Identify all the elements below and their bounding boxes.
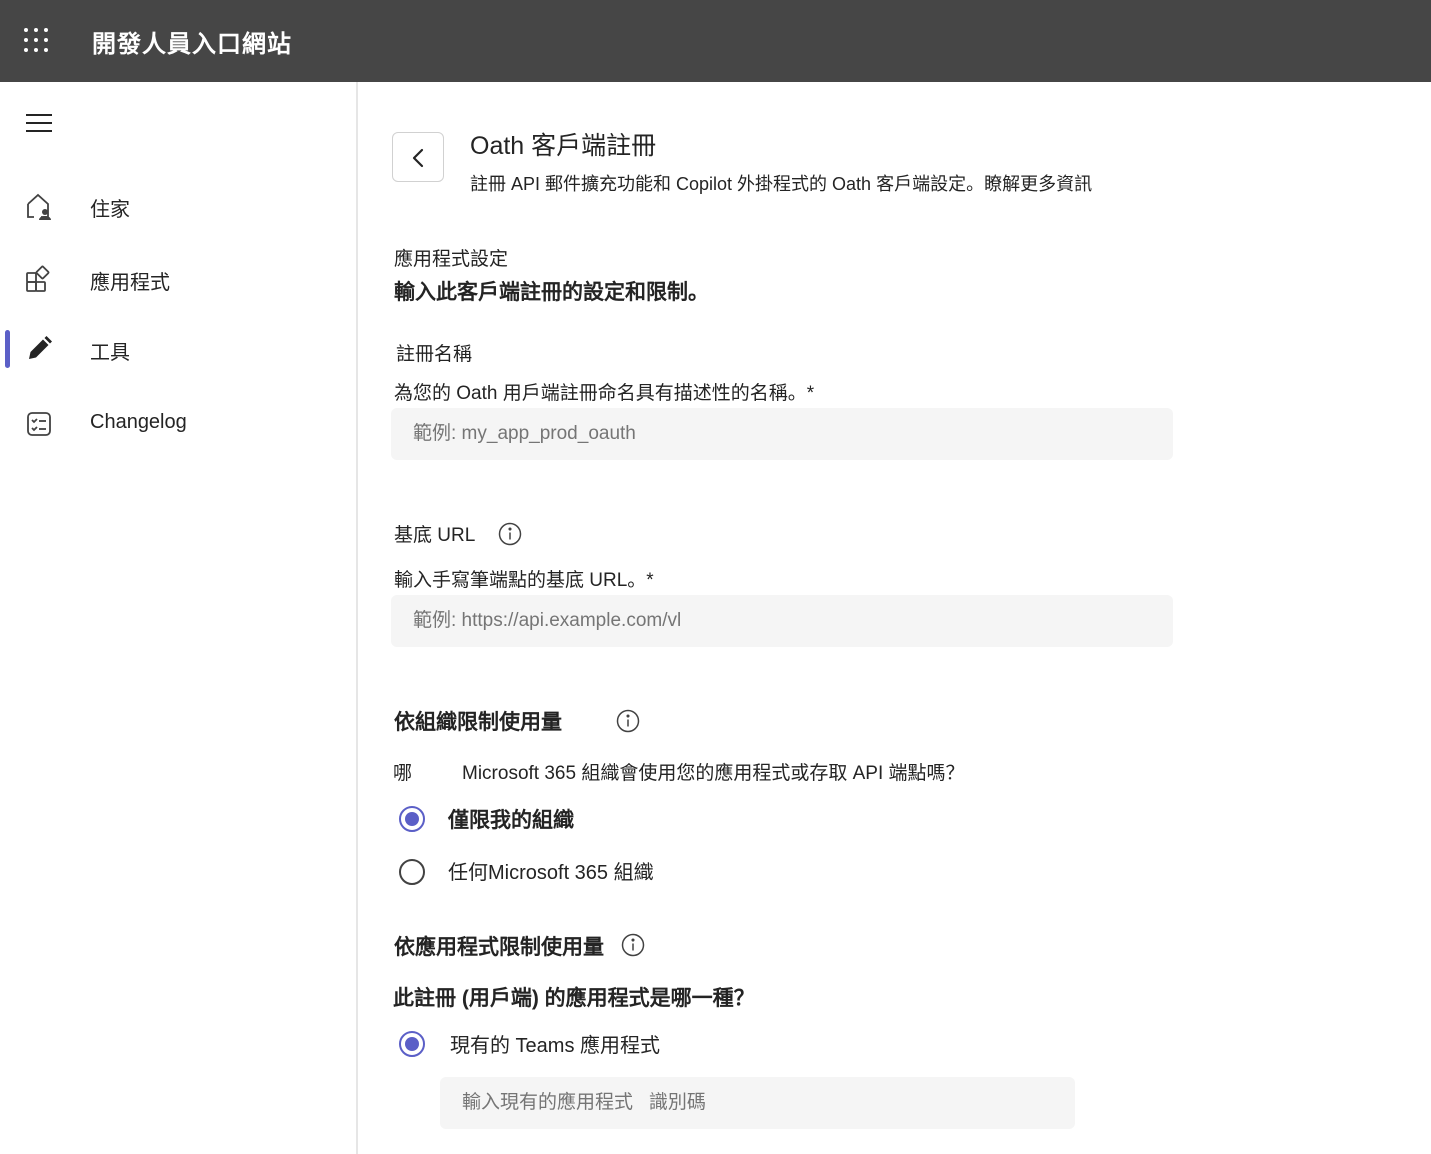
org-question: Microsoft 365 組織會使用您的應用程式或存取 API 端點嗎？ [462, 763, 965, 784]
radio-my-org[interactable] [399, 806, 425, 832]
sidebar-item-home[interactable]: 住家 [0, 179, 356, 233]
sidebar: 住家 應用程式 工具 Changelog [0, 82, 358, 1154]
app-title: 開發人員入口網站 [92, 31, 292, 58]
base-url-input[interactable] [391, 595, 1173, 647]
org-restriction-heading: 依組織限制使用量 [394, 711, 562, 734]
sidebar-item-label: 住家 [90, 199, 130, 221]
apps-icon [24, 264, 54, 294]
top-bar: 開發人員入口網站 [0, 0, 1431, 82]
sidebar-item-label: 應用程式 [90, 272, 170, 294]
sidebar-item-changelog[interactable]: Changelog [0, 397, 356, 451]
page-title: Oath 客戶端註冊 [470, 132, 657, 160]
base-url-help: 輸入手寫筆端點的基底 URL。* [394, 570, 654, 591]
main-content: Oath 客戶端註冊 註冊 API 郵件擴充功能和 Copilot 外掛程式的 … [360, 82, 1431, 1154]
radio-any-org[interactable] [399, 859, 425, 885]
home-icon [24, 191, 54, 221]
radio-existing-teams-app[interactable] [399, 1031, 425, 1057]
chevron-left-icon [412, 148, 424, 168]
pencil-icon [24, 334, 54, 364]
active-indicator [5, 330, 10, 368]
registration-name-input[interactable] [391, 408, 1173, 460]
sidebar-item-label: Changelog [90, 411, 187, 433]
section-subtitle: 輸入此客戶端註冊的設定和限制。 [394, 281, 709, 304]
learn-more-link[interactable]: 瞭解更多資訊 [984, 174, 1092, 194]
hamburger-icon[interactable] [26, 112, 52, 134]
org-question-prefix: 哪 [393, 763, 413, 784]
registration-name-help: 為您的 Oath 用戶端註冊命名具有描述性的名稱。* [394, 383, 815, 404]
radio-existing-teams-app-label[interactable]: 現有的 Teams 應用程式 [450, 1029, 660, 1058]
app-restriction-heading: 依應用程式限制使用量 [394, 936, 604, 959]
page-description-text: 註冊 API 郵件擴充功能和 Copilot 外掛程式的 Oath 客戶端設定。 [470, 174, 985, 194]
sidebar-item-tools[interactable]: 工具 [0, 322, 356, 376]
registration-name-label: 註冊名稱 [396, 344, 473, 365]
sidebar-item-apps[interactable]: 應用程式 [0, 252, 356, 306]
section-title: 應用程式設定 [394, 249, 509, 270]
base-url-label: 基底 URL [394, 525, 476, 546]
page-description: 註冊 API 郵件擴充功能和 Copilot 外掛程式的 Oath 客戶端設定。… [470, 170, 1092, 196]
sidebar-item-label: 工具 [90, 342, 130, 364]
app-id-input[interactable] [440, 1077, 1075, 1129]
radio-any-org-label[interactable]: 任何Microsoft 365 組織 [448, 856, 654, 885]
back-button[interactable] [392, 132, 444, 182]
info-icon[interactable] [621, 933, 645, 957]
info-icon[interactable] [498, 522, 522, 546]
app-launcher-icon[interactable] [24, 28, 50, 54]
checklist-icon [24, 409, 54, 439]
info-icon[interactable] [616, 709, 640, 733]
app-question: 此註冊 (用戶端) 的應用程式是哪一種？ [393, 987, 755, 1010]
radio-my-org-label[interactable]: 僅限我的組織 [448, 804, 574, 834]
